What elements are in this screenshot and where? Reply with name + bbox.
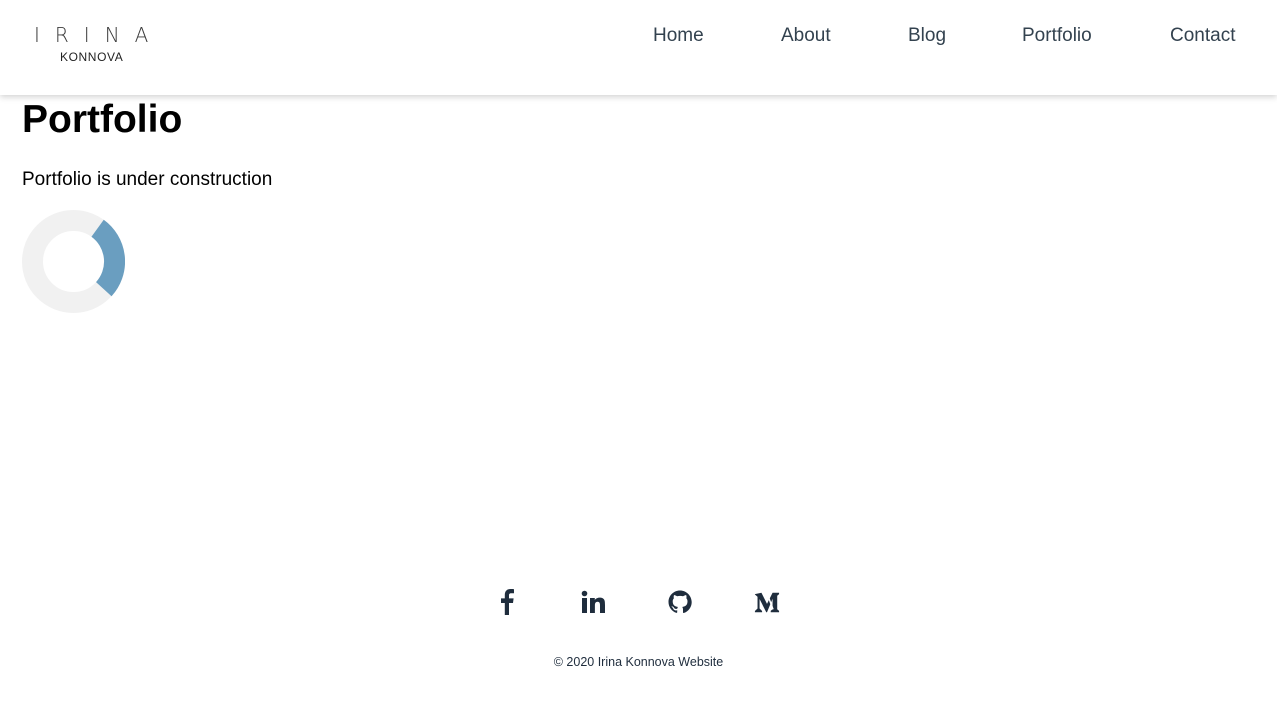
nav-about[interactable]: About [781, 24, 831, 48]
nav-blog[interactable]: Blog [908, 24, 946, 48]
facebook-icon[interactable] [494, 588, 520, 616]
copyright-text: © 2020 Irina Konnova Website [553, 655, 724, 669]
nav-home[interactable]: Home [653, 24, 704, 48]
logo-last-name: KONNOVA [60, 50, 124, 64]
page-title: Portfolio [22, 98, 183, 141]
nav-portfolio[interactable]: Portfolio [1022, 24, 1092, 48]
site-header: IRINA KONNOVA Home About Blog Portfolio … [0, 0, 1277, 95]
construction-message: Portfolio is under construction [22, 169, 273, 190]
github-icon[interactable] [667, 588, 693, 616]
medium-icon[interactable] [754, 588, 780, 616]
logo-first-name: IRINA [34, 23, 164, 47]
nav-contact[interactable]: Contact [1170, 24, 1235, 48]
linkedin-icon[interactable] [580, 588, 606, 616]
loading-spinner [22, 210, 126, 313]
logo[interactable]: IRINA KONNOVA [34, 24, 158, 68]
spinner-graphic [22, 210, 126, 313]
spinner-arc [90, 219, 126, 297]
social-links [494, 588, 794, 618]
